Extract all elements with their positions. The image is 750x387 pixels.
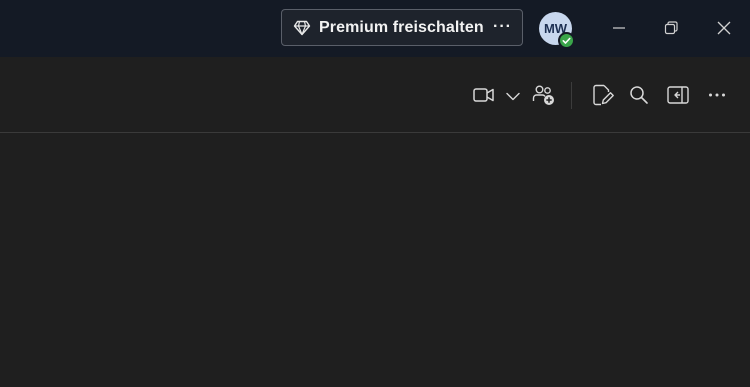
chat-content-area (0, 133, 750, 387)
premium-label: Premium freischalten (319, 19, 484, 36)
close-icon[interactable] (713, 17, 735, 39)
diamond-icon (293, 20, 311, 36)
restore-icon[interactable] (660, 17, 682, 39)
toolbar-divider (571, 82, 572, 109)
presence-available-icon (558, 32, 575, 49)
chat-toolbar (0, 57, 750, 133)
video-call-icon[interactable] (471, 82, 497, 108)
unlock-premium-button[interactable]: Premium freischalten ··· (281, 9, 523, 46)
checkmark-icon (562, 37, 571, 44)
title-bar: Premium freischalten ··· MW (0, 0, 750, 57)
add-people-icon[interactable] (531, 82, 557, 108)
search-icon[interactable] (626, 82, 652, 108)
chevron-down-icon[interactable] (502, 85, 524, 107)
side-panel-icon[interactable] (665, 82, 691, 108)
minimize-icon[interactable] (608, 17, 630, 39)
more-options-icon[interactable] (704, 82, 730, 108)
edit-icon[interactable] (589, 82, 615, 108)
premium-more-icon[interactable]: ··· (493, 18, 512, 36)
